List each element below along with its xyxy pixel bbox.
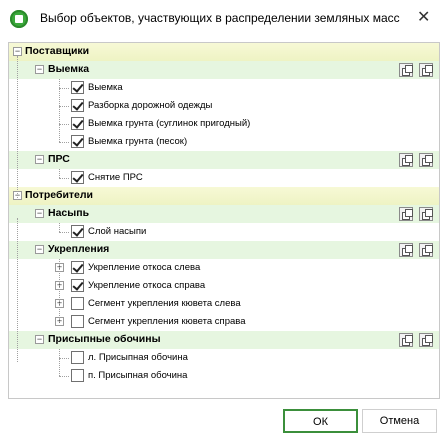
copy-icon[interactable]: [399, 333, 413, 347]
copy-icon[interactable]: [419, 243, 433, 257]
item-checkbox[interactable]: [71, 135, 84, 148]
collapse-icon[interactable]: −: [35, 245, 44, 254]
collapse-icon[interactable]: −: [13, 47, 22, 56]
tree-connector: [17, 56, 18, 200]
tree-group-row[interactable]: − Потребители: [9, 187, 439, 205]
ok-button[interactable]: ОК: [283, 409, 358, 433]
tree-item-label: Разборка дорожной одежды: [88, 100, 213, 111]
tree-connector: [59, 142, 69, 143]
tree-group-label: Поставщики: [25, 45, 90, 57]
copy-icon[interactable]: [399, 153, 413, 167]
tree-group-label: Выемка: [48, 63, 90, 75]
app-icon: [10, 10, 28, 28]
copy-icon[interactable]: [419, 63, 433, 77]
item-checkbox[interactable]: [71, 81, 84, 94]
tree-item-row[interactable]: Снятие ПРС: [9, 169, 439, 187]
title-bar: Выбор объектов, участвующих в распределе…: [0, 0, 447, 40]
tree-connector: [59, 106, 69, 107]
copy-icon[interactable]: [419, 333, 433, 347]
item-checkbox[interactable]: [71, 225, 84, 238]
tree-group-label: Присыпные обочины: [48, 333, 161, 345]
tree-connector: [59, 349, 60, 376]
item-checkbox[interactable]: [71, 279, 84, 292]
item-checkbox[interactable]: [71, 99, 84, 112]
tree-group-label: Потребители: [25, 189, 94, 201]
tree-item-label: Снятие ПРС: [88, 172, 143, 183]
item-checkbox[interactable]: [71, 315, 84, 328]
tree-group-label: Укрепления: [48, 243, 110, 255]
tree-connector: [59, 232, 69, 233]
tree-connector: [59, 178, 69, 179]
object-tree: − Поставщики − Выемка Выемка Разборка дорожно…: [8, 42, 440, 399]
tree-item-row[interactable]: Выемка: [9, 79, 439, 97]
collapse-icon[interactable]: −: [35, 155, 44, 164]
tree-item-label: Сегмент укрепления кювета справа: [88, 316, 246, 327]
tree-item-row[interactable]: + Сегмент укрепления кювета слева: [9, 295, 439, 313]
tree-connector: [59, 124, 69, 125]
copy-icon[interactable]: [399, 243, 413, 257]
collapse-icon[interactable]: −: [35, 335, 44, 344]
tree-item-row[interactable]: + Укрепление откоса справа: [9, 277, 439, 295]
tree-connector: [59, 223, 60, 232]
tree-item-row[interactable]: + Сегмент укрепления кювета справа: [9, 313, 439, 331]
tree-connector: [59, 259, 60, 322]
copy-icon[interactable]: [419, 153, 433, 167]
tree-group-row[interactable]: − Присыпные обочины: [9, 331, 439, 349]
tree-item-label: Выемка грунта (суглинок пригодный): [88, 118, 251, 129]
item-checkbox[interactable]: [71, 351, 84, 364]
copy-icon[interactable]: [419, 207, 433, 221]
tree-item-label: п. Присыпная обочина: [88, 370, 188, 381]
tree-item-row[interactable]: п. Присыпная обочина: [9, 367, 439, 385]
tree-group-label: ПРС: [48, 153, 70, 165]
copy-icon[interactable]: [399, 63, 413, 77]
window-title: Выбор объектов, участвующих в распределе…: [40, 11, 400, 25]
tree-group-label: Насыпь: [48, 207, 90, 219]
item-checkbox[interactable]: [71, 171, 84, 184]
tree-item-label: Укрепление откоса слева: [88, 262, 201, 273]
tree-item-row[interactable]: л. Присыпная обочина: [9, 349, 439, 367]
tree-connector: [59, 376, 69, 377]
tree-item-row[interactable]: Выемка грунта (песок): [9, 133, 439, 151]
tree-group-row[interactable]: − Укрепления: [9, 241, 439, 259]
tree-item-row[interactable]: Слой насыпи: [9, 223, 439, 241]
close-icon[interactable]: ✕: [417, 10, 433, 26]
tree-connector: [59, 88, 69, 89]
collapse-icon[interactable]: −: [35, 65, 44, 74]
item-checkbox[interactable]: [71, 297, 84, 310]
tree-group-row[interactable]: − ПРС: [9, 151, 439, 169]
tree-item-label: Выемка: [88, 82, 123, 93]
collapse-icon[interactable]: −: [35, 209, 44, 218]
tree-item-row[interactable]: Разборка дорожной одежды: [9, 97, 439, 115]
tree-connector: [17, 218, 18, 362]
tree-item-label: Слой насыпи: [88, 226, 147, 237]
copy-icon[interactable]: [399, 207, 413, 221]
tree-group-row[interactable]: − Выемка: [9, 61, 439, 79]
tree-group-row[interactable]: − Насыпь: [9, 205, 439, 223]
tree-item-row[interactable]: Выемка грунта (суглинок пригодный): [9, 115, 439, 133]
tree-item-label: Укрепление откоса справа: [88, 280, 206, 291]
cancel-button[interactable]: Отмена: [362, 409, 437, 433]
tree-item-row[interactable]: + Укрепление откоса слева: [9, 259, 439, 277]
tree-item-label: л. Присыпная обочина: [88, 352, 188, 363]
tree-group-row[interactable]: − Поставщики: [9, 43, 439, 61]
item-checkbox[interactable]: [71, 117, 84, 130]
tree-connector: [59, 169, 60, 178]
tree-item-label: Выемка грунта (песок): [88, 136, 188, 147]
tree-item-label: Сегмент укрепления кювета слева: [88, 298, 241, 309]
tree-connector: [59, 358, 69, 359]
tree-connector: [59, 79, 60, 142]
item-checkbox[interactable]: [71, 369, 84, 382]
item-checkbox[interactable]: [71, 261, 84, 274]
